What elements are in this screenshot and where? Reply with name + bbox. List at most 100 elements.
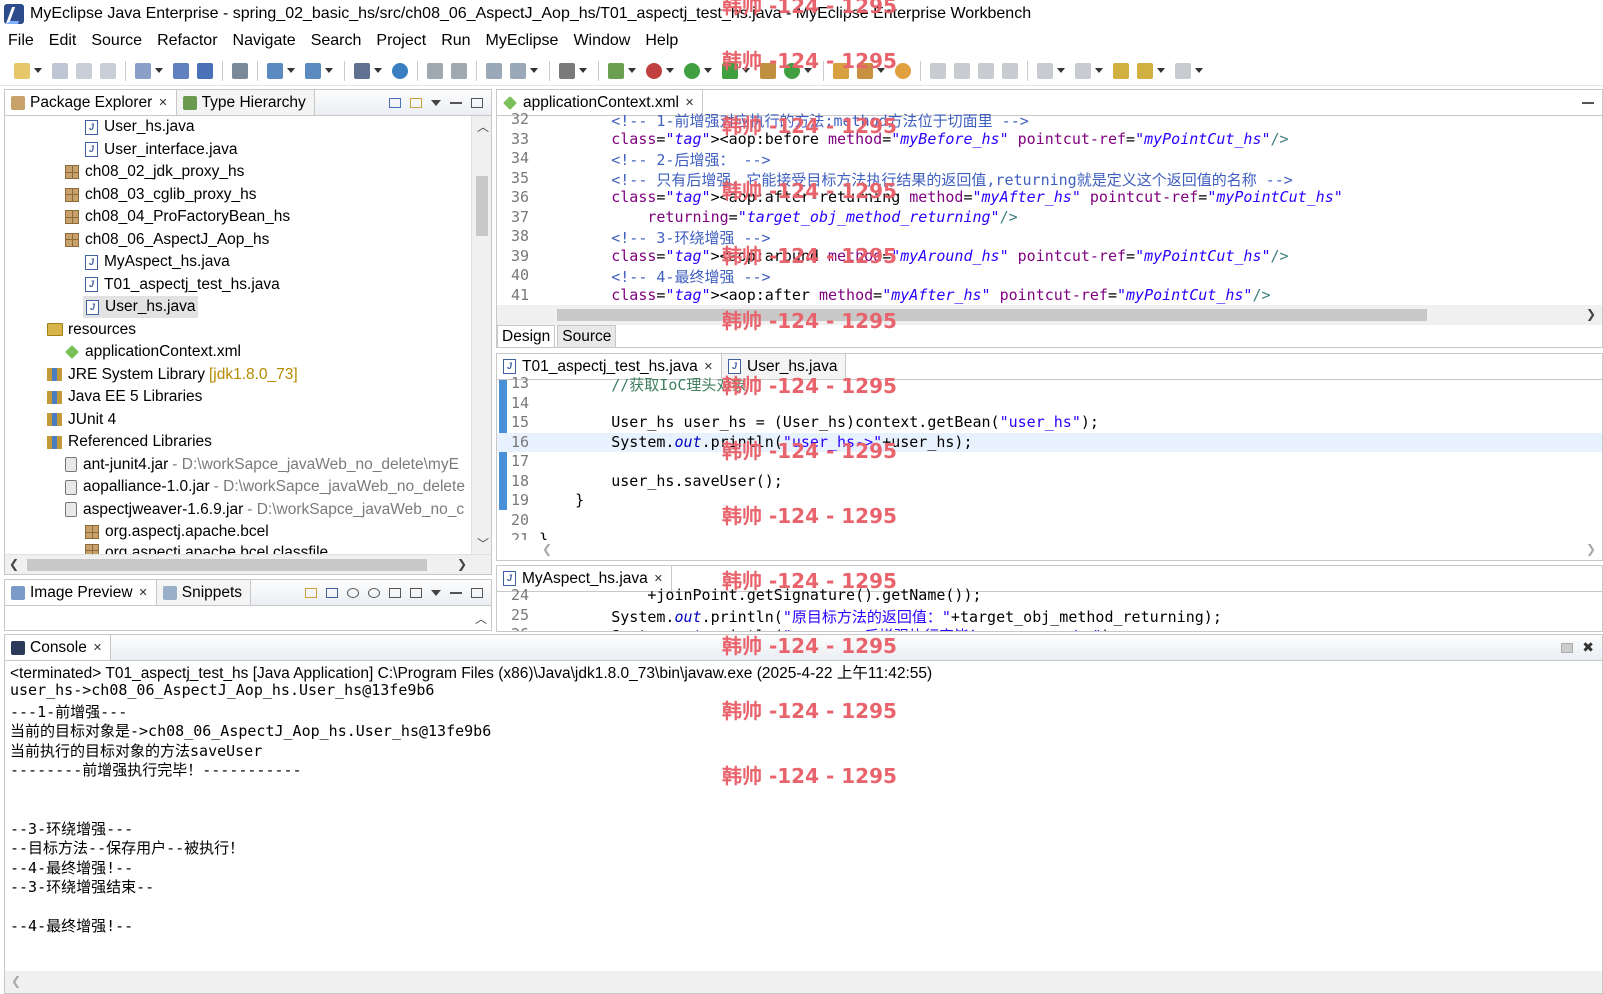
link-editor-icon[interactable]: [410, 97, 422, 108]
deploy-icon[interactable]: [267, 62, 283, 79]
tree-item[interactable]: JRE System Library [jdk1.8.0_73]: [47, 364, 298, 386]
debug-icon[interactable]: [608, 62, 624, 79]
menu-file[interactable]: File: [8, 32, 34, 50]
chevron-down-icon[interactable]: [34, 68, 42, 73]
search-icon[interactable]: [895, 62, 911, 79]
close-icon[interactable]: ✕: [93, 641, 102, 654]
run-icon[interactable]: [684, 62, 700, 79]
scroll-right-icon[interactable]: ❯: [1586, 307, 1596, 321]
menu-project[interactable]: Project: [376, 32, 426, 50]
explorer-horizontal-scrollbar[interactable]: ❮ ❯: [5, 554, 491, 574]
scrollbar-thumb[interactable]: [557, 309, 1427, 321]
tree-item[interactable]: ant-junit4.jar - D:\workSapce_javaWeb_no_…: [65, 454, 459, 476]
tab-source[interactable]: Source: [557, 325, 617, 347]
menu-refactor[interactable]: Refactor: [157, 32, 217, 50]
view-menu-icon[interactable]: [431, 589, 441, 596]
code-line[interactable]: 18 user_hs.saveUser();: [497, 472, 1602, 492]
zoom-out-icon[interactable]: [347, 587, 359, 598]
scroll-left-icon[interactable]: ❮: [9, 557, 19, 571]
original-size-icon[interactable]: [389, 587, 401, 598]
tree-item-selected[interactable]: J User_hs.java: [83, 296, 199, 318]
run-server-icon[interactable]: [354, 62, 370, 79]
close-icon[interactable]: ✕: [158, 96, 167, 109]
close-icon[interactable]: ✕: [685, 96, 694, 109]
remove-launch-icon[interactable]: ✖: [1582, 639, 1594, 656]
tree-item[interactable]: ch08_02_jdk_proxy_hs: [65, 161, 244, 183]
code-line[interactable]: 21}: [497, 530, 1602, 540]
chevron-down-icon[interactable]: [1195, 68, 1203, 73]
tree-item[interactable]: applicationContext.xml: [65, 341, 241, 363]
scroll-up-icon[interactable]: ︿: [475, 610, 487, 626]
chevron-down-icon[interactable]: [155, 68, 163, 73]
tree-item[interactable]: J User_interface.java: [85, 139, 238, 161]
refresh-icon[interactable]: [451, 62, 467, 79]
open-type-icon[interactable]: [427, 62, 443, 79]
chevron-down-icon[interactable]: [1057, 68, 1065, 73]
xml-horizontal-scrollbar[interactable]: ❯: [497, 305, 1602, 325]
explorer-vertical-scrollbar[interactable]: ︿ ﹀: [471, 116, 491, 554]
menu-help[interactable]: Help: [645, 32, 678, 50]
chevron-down-icon[interactable]: [1157, 68, 1165, 73]
menu-myeclipse[interactable]: MyEclipse: [486, 32, 559, 50]
tree-item[interactable]: resources: [47, 319, 136, 341]
forward-icon[interactable]: [1175, 62, 1191, 79]
scroll-up-icon[interactable]: ︿: [477, 118, 489, 135]
tab-type-hierarchy[interactable]: Type Hierarchy: [176, 90, 315, 115]
minimize-icon[interactable]: [1582, 101, 1594, 104]
tree-item[interactable]: J User_hs.java: [85, 116, 194, 138]
tree-item[interactable]: ch08_06_AspectJ_Aop_hs: [65, 229, 269, 251]
close-icon[interactable]: ✕: [704, 360, 713, 373]
code-line[interactable]: 32 <!-- 1-前增强对应执行的方法:method方法位于切面里 -->: [497, 110, 1602, 130]
code-line[interactable]: 24 +joinPoint.getSignature().getName());: [497, 586, 1602, 606]
maximize-icon[interactable]: [471, 587, 483, 598]
tree-item[interactable]: ch08_04_ProFactoryBean_hs: [65, 206, 290, 228]
menu-window[interactable]: Window: [573, 32, 630, 50]
code-line[interactable]: 26 System.out.println("--------后增强执行完毕！-…: [497, 625, 1602, 631]
show-whitespace-icon[interactable]: [1002, 62, 1018, 79]
chevron-down-icon[interactable]: [287, 68, 295, 73]
block-icon[interactable]: [978, 62, 994, 79]
chevron-down-icon[interactable]: [628, 68, 636, 73]
tree-item[interactable]: aopalliance-1.0.jar - D:\workSapce_javaWe…: [65, 476, 465, 498]
chevron-down-icon[interactable]: [579, 68, 587, 73]
tree-item[interactable]: JUnit 4: [47, 409, 116, 431]
tab-design[interactable]: Design: [497, 325, 556, 347]
annotation-icon[interactable]: [930, 62, 946, 79]
terminate-icon[interactable]: [1561, 642, 1574, 653]
web-icon[interactable]: [510, 62, 526, 79]
stop-icon[interactable]: [646, 62, 662, 79]
scroll-right-icon[interactable]: ❯: [457, 557, 467, 571]
tab-package-explorer[interactable]: Package Explorer ✕: [5, 90, 177, 115]
tab-snippets[interactable]: Snippets: [156, 580, 252, 605]
scroll-left-icon[interactable]: ❮: [11, 974, 21, 988]
new-project-icon[interactable]: [135, 62, 151, 79]
menu-edit[interactable]: Edit: [49, 32, 77, 50]
tree-item[interactable]: ch08_03_cglib_proxy_hs: [65, 184, 256, 206]
tree-item[interactable]: Java EE 5 Libraries: [47, 386, 202, 408]
sync-icon[interactable]: [305, 587, 317, 598]
menu-source[interactable]: Source: [91, 32, 142, 50]
menu-navigate[interactable]: Navigate: [233, 32, 296, 50]
code-line[interactable]: 17: [497, 452, 1602, 472]
scrollbar-thumb[interactable]: [27, 559, 427, 571]
print-icon[interactable]: [100, 62, 116, 79]
maximize-icon[interactable]: [471, 97, 483, 108]
fit-image-icon[interactable]: [326, 587, 338, 598]
save-icon[interactable]: [52, 62, 68, 79]
code-line[interactable]: 34 <!-- 2-后增强： -->: [497, 149, 1602, 169]
tree-item[interactable]: org.aspectj.apache.bcel: [85, 521, 269, 543]
menu-search[interactable]: Search: [311, 32, 362, 50]
menu-run[interactable]: Run: [441, 32, 470, 50]
minimize-icon[interactable]: [450, 101, 462, 104]
tree-item[interactable]: Referenced Libraries: [47, 431, 212, 453]
code-line[interactable]: 19 }: [497, 491, 1602, 511]
scroll-left-icon[interactable]: ❮: [542, 542, 552, 556]
code-line[interactable]: 33 class="tag"><aop:before method="myBef…: [497, 130, 1602, 150]
code-line[interactable]: 20: [497, 511, 1602, 531]
code-line[interactable]: 14: [497, 394, 1602, 414]
code-line[interactable]: 36 class="tag"><aop:after-returning meth…: [497, 188, 1602, 208]
zoom-in-icon[interactable]: [368, 587, 380, 598]
back-icon[interactable]: [1137, 62, 1153, 79]
code-line[interactable]: 39 class="tag"><aop:around method="myAro…: [497, 247, 1602, 267]
scroll-right-icon[interactable]: ❯: [1586, 542, 1596, 556]
